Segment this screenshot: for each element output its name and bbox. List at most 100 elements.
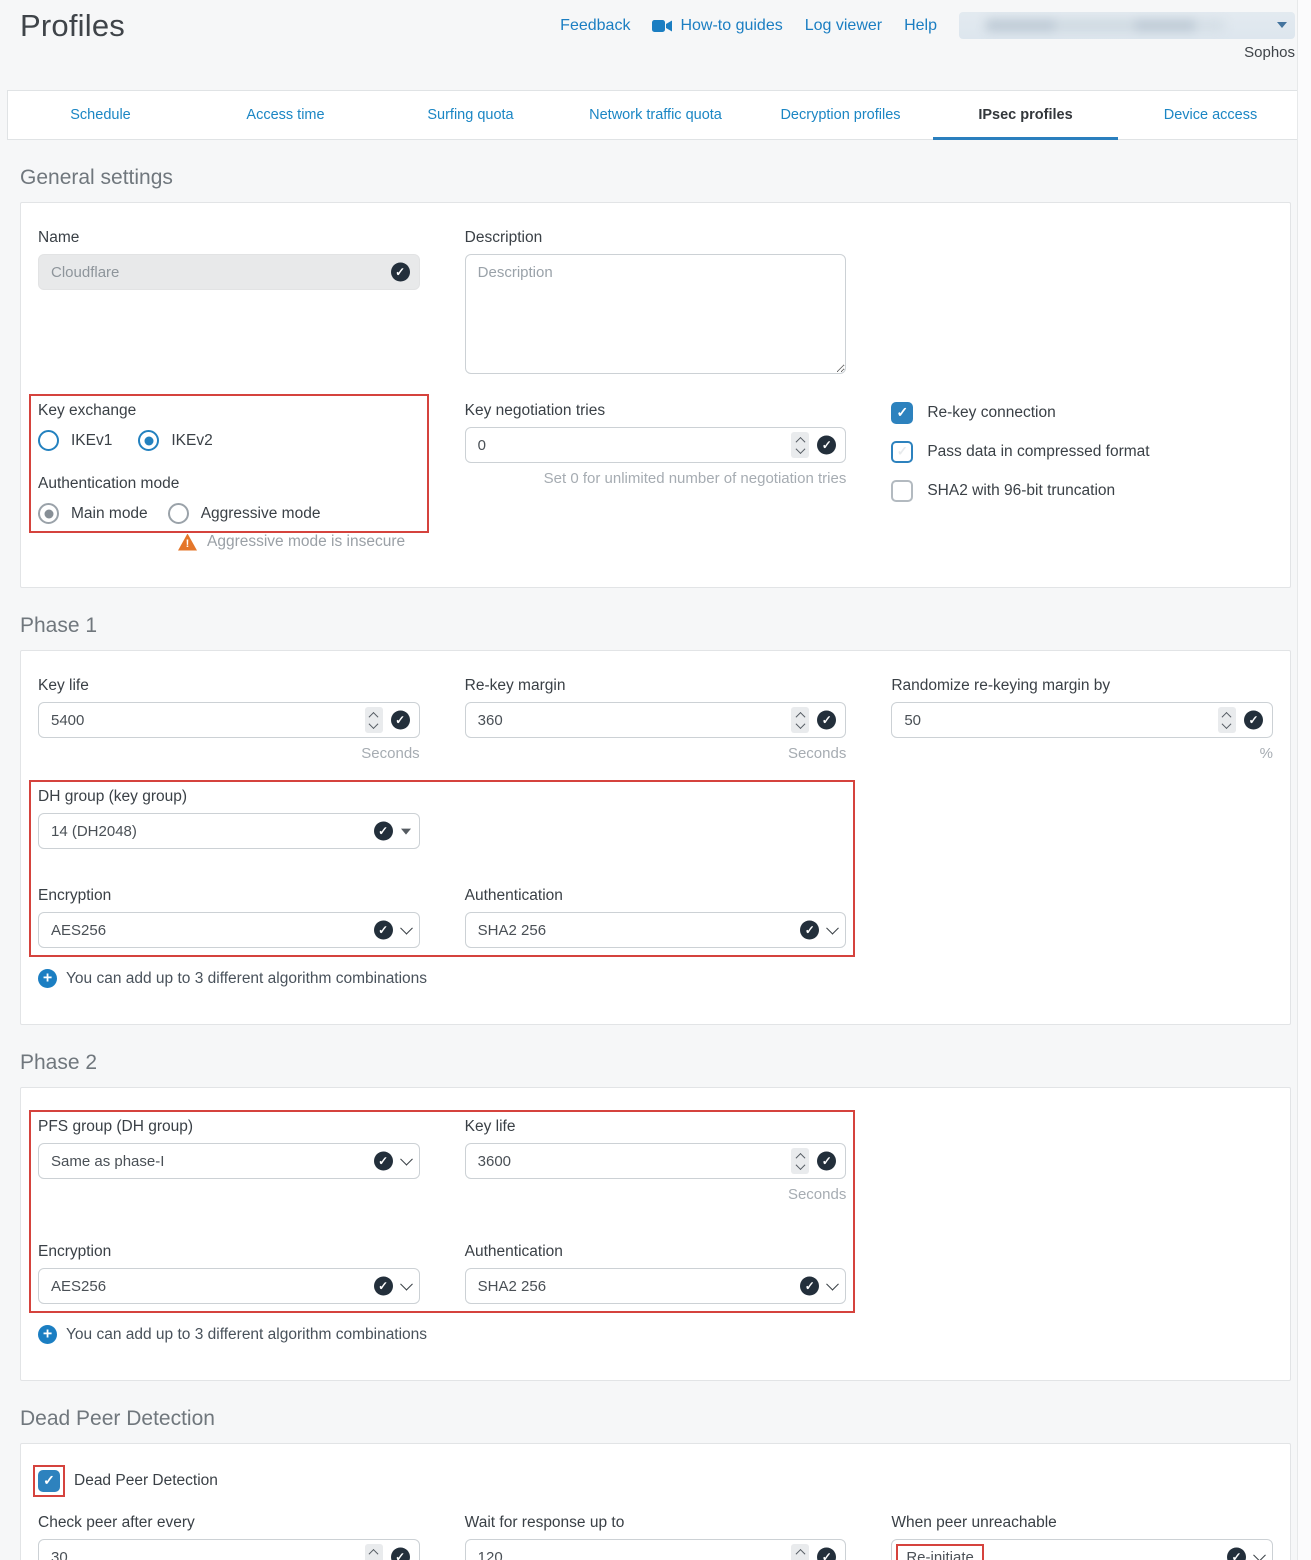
valid-check-icon [800,921,819,940]
radio-aggressive-mode: Aggressive mode [168,503,321,524]
tab-access-time[interactable]: Access time [193,91,378,139]
description-textarea[interactable] [465,254,847,374]
dh-group-label: DH group (key group) [38,788,420,806]
check-peer-input[interactable] [38,1539,420,1560]
feedback-label: Feedback [560,17,630,35]
phase1-key-life-label: Key life [38,677,420,695]
phase1-heading: Phase 1 [20,614,1311,638]
highlight-box [33,1465,65,1497]
tab-schedule[interactable]: Schedule [8,91,193,139]
checkbox-checked-icon[interactable] [891,402,913,424]
phase2-encryption-value: AES256 [51,1278,106,1295]
tab-surfing-quota[interactable]: Surfing quota [378,91,563,139]
description-label: Description [465,229,847,247]
valid-check-icon [817,436,836,455]
number-stepper[interactable] [1218,707,1236,733]
wait-response-value[interactable] [478,1549,780,1560]
auth-mode-label: Authentication mode [38,475,420,493]
radio-ikev2[interactable]: IKEv2 [138,430,212,451]
dh-group-value: 14 (DH2048) [51,823,137,840]
phase1-authentication-select[interactable]: SHA2 256 [465,912,847,948]
phase1-rekey-margin-input[interactable] [465,702,847,738]
number-stepper[interactable] [365,707,383,733]
warning-triangle-icon [178,534,197,551]
dh-group-select[interactable]: 14 (DH2048) [38,813,420,849]
phase1-key-life-group: Key life Seconds [38,677,420,762]
plus-circle-icon[interactable] [38,969,57,988]
number-stepper[interactable] [791,1544,809,1560]
wait-response-input[interactable] [465,1539,847,1560]
tab-bar: Schedule Access time Surfing quota Netwo… [7,90,1304,140]
appliance-selector[interactable] [959,12,1295,39]
plus-circle-icon[interactable] [38,1325,57,1344]
number-stepper[interactable] [791,707,809,733]
valid-check-icon [374,1277,393,1296]
general-settings-card: Name Description Key exchange IKEv1 [20,202,1291,588]
tab-device-access[interactable]: Device access [1118,91,1303,139]
phase1-rekey-margin-unit: Seconds [465,745,847,762]
caret-down-icon [1277,22,1287,28]
sha2-truncation-option: SHA2 with 96-bit truncation [891,480,1273,502]
key-negotiation-group: Key negotiation tries Set 0 for unlimite… [465,402,847,487]
check-peer-label: Check peer after every [38,1514,420,1532]
phase2-encryption-select[interactable]: AES256 [38,1268,420,1304]
valid-check-icon [374,921,393,940]
dh-group-field: DH group (key group) 14 (DH2048) [38,788,420,849]
dpd-heading: Dead Peer Detection [20,1407,1311,1431]
radio-ikev1[interactable]: IKEv1 [38,430,112,451]
check-peer-group: Check peer after every Seconds [38,1514,420,1560]
pfs-group-value: Same as phase-I [51,1153,164,1170]
when-unreachable-select[interactable]: Re-initiate [891,1539,1273,1560]
log-viewer-label: Log viewer [805,17,882,35]
tab-network-traffic-quota[interactable]: Network traffic quota [563,91,748,139]
phase1-rekey-margin-label: Re-key margin [465,677,847,695]
radio-icon[interactable] [38,430,59,451]
phase1-add-combination[interactable]: You can add up to 3 different algorithm … [38,969,1273,988]
valid-check-icon [374,822,393,841]
log-viewer-link[interactable]: Log viewer [805,17,882,35]
phase1-encryption-select[interactable]: AES256 [38,912,420,948]
key-negotiation-input[interactable] [465,427,847,463]
number-stepper[interactable] [365,1544,383,1560]
number-stepper[interactable] [791,1148,809,1174]
howto-guides-link[interactable]: How-to guides [652,17,782,35]
chevron-down-icon [826,1278,839,1291]
check-peer-value[interactable] [51,1549,353,1560]
dpd-enable-option[interactable]: Dead Peer Detection [38,1470,1273,1492]
key-negotiation-label: Key negotiation tries [465,402,847,420]
compressed-format-option[interactable]: Pass data in compressed format [891,441,1273,463]
phase1-rekey-margin-value[interactable] [478,712,780,729]
phase2-key-life-input[interactable] [465,1143,847,1179]
phase2-key-life-value[interactable] [478,1153,780,1170]
radio-icon[interactable] [138,430,159,451]
radio-aggressive-mode-label: Aggressive mode [201,505,321,523]
when-unreachable-group: When peer unreachable Re-initiate [891,1514,1273,1560]
phase2-authentication-select[interactable]: SHA2 256 [465,1268,847,1304]
phase2-add-combination[interactable]: You can add up to 3 different algorithm … [38,1325,1273,1344]
phase2-algorithms-group: PFS group (DH group) Same as phase-I Key… [38,1118,846,1304]
phase2-authentication-value: SHA2 256 [478,1278,546,1295]
key-negotiation-value[interactable] [478,437,780,454]
phase1-key-life-input[interactable] [38,702,420,738]
number-stepper[interactable] [791,432,809,458]
wait-response-group: Wait for response up to Seconds [465,1514,847,1560]
key-exchange-group: Key exchange IKEv1 IKEv2 Authentication … [38,402,420,551]
scrollbar-track[interactable] [1297,0,1311,1560]
feedback-link[interactable]: Feedback [560,17,630,35]
key-exchange-label: Key exchange [38,402,420,420]
chevron-down-icon [826,922,839,935]
phase1-randomize-input[interactable] [891,702,1273,738]
valid-check-icon [1227,1548,1246,1560]
help-link[interactable]: Help [904,17,937,35]
valid-check-icon [800,1277,819,1296]
tab-ipsec-profiles[interactable]: IPsec profiles [933,91,1118,139]
redacted-appliance-name [985,19,1225,32]
chevron-down-icon [400,1278,413,1291]
rekey-connection-option[interactable]: Re-key connection [891,402,1273,424]
checkbox-unchecked-icon[interactable] [891,441,913,463]
phase1-key-life-value[interactable] [51,712,353,729]
phase1-randomize-value[interactable] [904,712,1206,729]
tab-decryption-profiles[interactable]: Decryption profiles [748,91,933,139]
pfs-group-select[interactable]: Same as phase-I [38,1143,420,1179]
phase1-rekey-margin-group: Re-key margin Seconds [465,677,847,762]
